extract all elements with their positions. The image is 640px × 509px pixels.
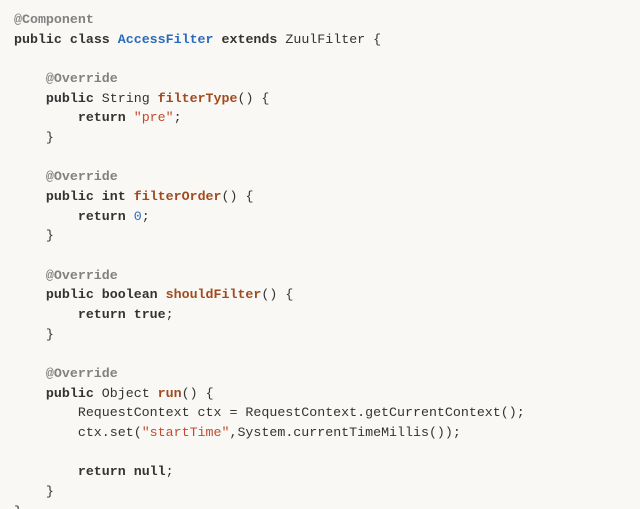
ret-m4: Object (102, 386, 150, 401)
annotation-override-3: @Override (46, 268, 118, 283)
kw-true: true (134, 307, 166, 322)
kw-class: class (70, 32, 110, 47)
semi-m2: ; (142, 209, 150, 224)
parens-m3: () (261, 287, 277, 302)
kw-return-m2: return (78, 209, 126, 224)
semi-m4: ; (166, 464, 174, 479)
method-filterType: filterType (158, 91, 238, 106)
kw-int-m2: int (102, 189, 126, 204)
kw-public-m2: public (46, 189, 94, 204)
str-pre: "pre" (134, 110, 174, 125)
brace-open-m1: { (253, 91, 269, 106)
annotation-override-2: @Override (46, 169, 118, 184)
kw-public: public (14, 32, 62, 47)
kw-return-m1: return (78, 110, 126, 125)
annotation-override-1: @Override (46, 71, 118, 86)
brace-open-class: { (373, 32, 381, 47)
brace-open-m3: { (277, 287, 293, 302)
brace-close-m2: } (46, 228, 54, 243)
line-ctx-set-a: ctx.set( (78, 425, 142, 440)
method-run: run (158, 386, 182, 401)
str-startTime: "startTime" (142, 425, 230, 440)
kw-return-m4: return (78, 464, 126, 479)
brace-close-class: } (14, 504, 22, 509)
annotation-override-4: @Override (46, 366, 118, 381)
code-block: @Component public class AccessFilter ext… (0, 0, 640, 509)
brace-close-m1: } (46, 130, 54, 145)
super-class: ZuulFilter (285, 32, 365, 47)
kw-boolean-m3: boolean (102, 287, 158, 302)
line-ctx-set-b: ,System.currentTimeMillis()); (229, 425, 460, 440)
brace-close-m4: } (46, 484, 54, 499)
brace-open-m4: { (198, 386, 214, 401)
num-zero: 0 (134, 209, 142, 224)
kw-public-m4: public (46, 386, 94, 401)
parens-m2: () (222, 189, 238, 204)
semi-m1: ; (174, 110, 182, 125)
brace-open-m2: { (237, 189, 253, 204)
class-name: AccessFilter (118, 32, 214, 47)
kw-null: null (134, 464, 166, 479)
kw-public-m1: public (46, 91, 94, 106)
kw-extends: extends (222, 32, 278, 47)
parens-m1: () (237, 91, 253, 106)
line-ctx-decl: RequestContext ctx = RequestContext.getC… (78, 405, 525, 420)
annotation-component: @Component (14, 12, 94, 27)
parens-m4: () (182, 386, 198, 401)
method-filterOrder: filterOrder (134, 189, 222, 204)
kw-return-m3: return (78, 307, 126, 322)
semi-m3: ; (166, 307, 174, 322)
method-shouldFilter: shouldFilter (166, 287, 262, 302)
ret-m1: String (102, 91, 150, 106)
brace-close-m3: } (46, 327, 54, 342)
kw-public-m3: public (46, 287, 94, 302)
